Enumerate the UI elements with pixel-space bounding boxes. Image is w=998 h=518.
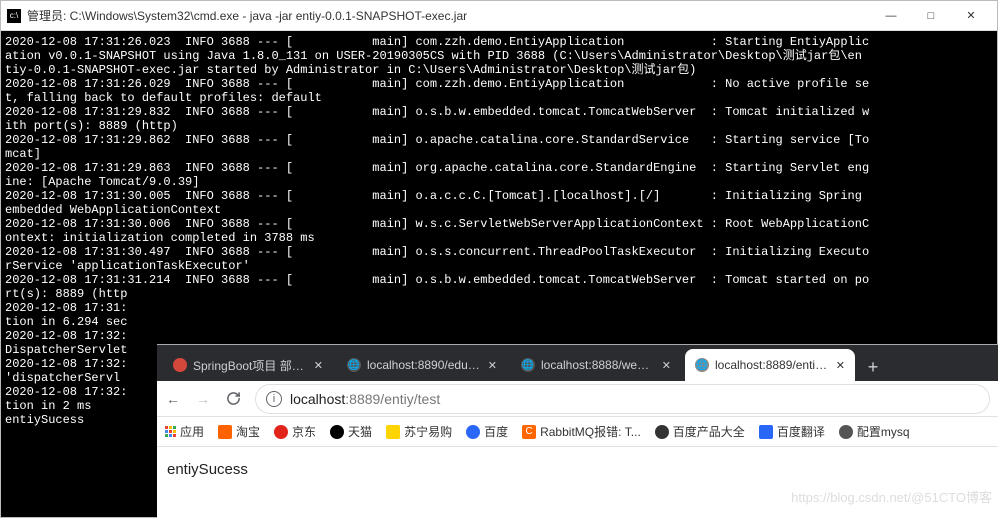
address-bar[interactable]: i localhost:8889/entiy/test <box>255 384 990 414</box>
close-button[interactable]: ✕ <box>951 1 991 31</box>
bookmark-jd[interactable]: 京东 <box>274 423 316 440</box>
bookmark-label: 百度产品大全 <box>673 423 745 440</box>
forward-button[interactable]: → <box>195 391 211 407</box>
bookmark-rabbitmq[interactable]: C RabbitMQ报错: T... <box>522 423 641 440</box>
tab-label: SpringBoot项目 部署到 <box>193 357 306 374</box>
tab-8889-active[interactable]: 🌐 localhost:8889/entiy/te ✕ <box>685 349 855 381</box>
tab-8888[interactable]: 🌐 localhost:8888/web/te ✕ <box>511 349 681 381</box>
bookmark-icon <box>759 425 773 439</box>
bookmark-label: 天猫 <box>348 423 372 440</box>
globe-icon: 🌐 <box>695 358 709 372</box>
tab-close-icon[interactable]: ✕ <box>488 359 497 372</box>
bookmark-label: 配置mysq <box>857 423 910 440</box>
reload-button[interactable] <box>225 391 241 407</box>
tab-close-icon[interactable]: ✕ <box>836 359 845 372</box>
new-tab-button[interactable]: + <box>859 353 887 381</box>
bookmark-icon <box>330 425 344 439</box>
bookmark-icon <box>839 425 853 439</box>
bookmark-tmall[interactable]: 天猫 <box>330 423 372 440</box>
apps-button[interactable]: 应用 <box>165 423 204 440</box>
bookmark-baidu-fanyi[interactable]: 百度翻译 <box>759 423 825 440</box>
cmd-title: 管理员: C:\Windows\System32\cmd.exe - java … <box>27 7 871 24</box>
bookmark-icon <box>655 425 669 439</box>
globe-icon: 🌐 <box>521 358 535 372</box>
minimize-button[interactable]: — <box>871 1 911 31</box>
cmd-titlebar[interactable]: c:\ 管理员: C:\Windows\System32\cmd.exe - j… <box>1 1 997 31</box>
bookmark-label: RabbitMQ报错: T... <box>540 423 641 440</box>
tab-springboot[interactable]: SpringBoot项目 部署到 ✕ <box>163 349 333 381</box>
bookmark-baidu[interactable]: 百度 <box>466 423 508 440</box>
bookmark-baidu-products[interactable]: 百度产品大全 <box>655 423 745 440</box>
bookmark-suning[interactable]: 苏宁易购 <box>386 423 452 440</box>
site-info-icon[interactable]: i <box>266 391 282 407</box>
bookmark-label: 应用 <box>180 423 204 440</box>
bookmarks-bar: 应用 淘宝 京东 天猫 苏宁易购 百度 C RabbitMQ报错: T... 百度… <box>157 417 998 447</box>
cmd-icon: c:\ <box>7 9 21 23</box>
tab-label: localhost:8890/eduServ <box>367 358 480 372</box>
bookmark-icon: C <box>522 425 536 439</box>
favicon-icon <box>173 358 187 372</box>
bookmark-label: 百度翻译 <box>777 423 825 440</box>
tab-8890[interactable]: 🌐 localhost:8890/eduServ ✕ <box>337 349 507 381</box>
chrome-toolbar: ← → i localhost:8889/entiy/test <box>157 381 998 417</box>
bookmark-icon <box>466 425 480 439</box>
bookmark-icon <box>386 425 400 439</box>
bookmark-label: 京东 <box>292 423 316 440</box>
bookmark-icon <box>218 425 232 439</box>
bookmark-taobao[interactable]: 淘宝 <box>218 423 260 440</box>
url-text: localhost:8889/entiy/test <box>290 391 440 407</box>
tab-close-icon[interactable]: ✕ <box>662 359 671 372</box>
bookmark-mysql[interactable]: 配置mysq <box>839 423 910 440</box>
chrome-window: SpringBoot项目 部署到 ✕ 🌐 localhost:8890/eduS… <box>157 344 998 518</box>
window-buttons: — □ ✕ <box>871 1 991 31</box>
back-button[interactable]: ← <box>165 391 181 407</box>
bookmark-label: 淘宝 <box>236 423 260 440</box>
bookmark-label: 苏宁易购 <box>404 423 452 440</box>
globe-icon: 🌐 <box>347 358 361 372</box>
maximize-button[interactable]: □ <box>911 1 951 31</box>
apps-icon <box>165 426 176 437</box>
tab-close-icon[interactable]: ✕ <box>314 359 323 372</box>
tab-label: localhost:8888/web/te <box>541 358 654 372</box>
bookmark-icon <box>274 425 288 439</box>
chrome-tabstrip: SpringBoot项目 部署到 ✕ 🌐 localhost:8890/eduS… <box>157 345 998 381</box>
tab-label: localhost:8889/entiy/te <box>715 358 828 372</box>
page-content: entiySucess <box>157 447 998 492</box>
watermark: https://blog.csdn.net/@51CTO博客 <box>791 487 992 506</box>
bookmark-label: 百度 <box>484 423 508 440</box>
